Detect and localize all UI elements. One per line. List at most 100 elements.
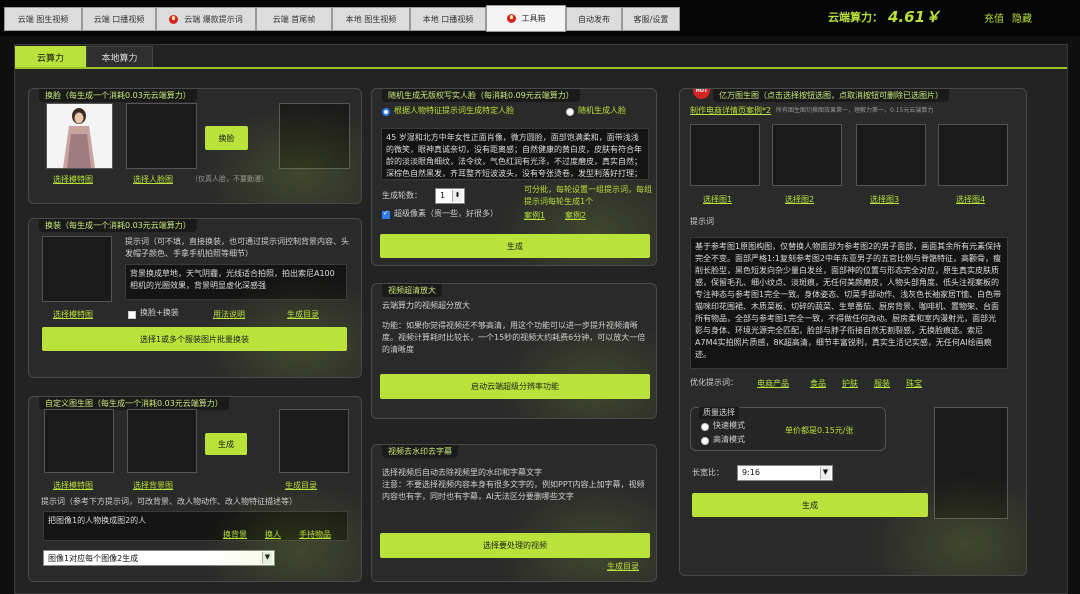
mode-select[interactable]: 图像1对应每个图像2生成 ▼	[43, 550, 275, 566]
image-slot-2[interactable]	[772, 124, 842, 186]
mode-select-value: 图像1对应每个图像2生成	[48, 554, 139, 563]
select-model-link[interactable]: 选择模特图	[53, 480, 93, 491]
pick-image-1[interactable]: 选择图1	[703, 194, 732, 205]
hot-badge: HOT	[693, 89, 710, 99]
quality-title: 质量选择	[699, 407, 739, 419]
tab-service-settings[interactable]: 客服/设置	[622, 7, 680, 31]
outfit-prompt-label: 提示词（可不填，直接换装，也可通过提示词控制背景内容、头发帽子颜色、手拿手机拍照…	[125, 237, 349, 258]
hd-checkbox[interactable]	[382, 209, 390, 219]
subtab-local-compute[interactable]: 本地算力	[86, 46, 153, 68]
tab-toolbox[interactable]: 工具箱	[486, 5, 566, 32]
quality-group: 质量选择 快速模式 高清模式 单价都是0.15元/张	[690, 407, 886, 451]
model-image-slot[interactable]	[46, 103, 113, 169]
pick-image-3[interactable]: 选择图3	[870, 194, 899, 205]
radio-random[interactable]	[566, 108, 574, 116]
batch-outfit-button[interactable]: 选择1或多个服装图片批量换装	[42, 327, 347, 351]
generate-face-button[interactable]: 生成	[380, 234, 650, 258]
tab-label: 客服/设置	[633, 14, 669, 24]
tab-local-talking-video[interactable]: 本地 口播视频	[410, 7, 486, 31]
output-dir-link[interactable]: 生成目录	[285, 480, 317, 491]
radio-random-label: 随机生成人脸	[578, 106, 626, 115]
face-description-input[interactable]: 45 岁湿和北方中年女性正面肖像，微方圆脸，面部饱满柔和，面带浅浅的微笑，眼神真…	[381, 128, 649, 180]
upscale-description: 功能：如果你觉得视频还不够高清，用这个功能可以进一步提升视频清晰度。视频计算耗时…	[382, 321, 646, 354]
radio-by-prompt-label: 根据人物特征提示词生成特定人脸	[394, 106, 514, 115]
tab-cloud-viral-prompt[interactable]: 云端 爆款提示词	[156, 7, 256, 31]
radio-hd-mode[interactable]	[701, 437, 709, 445]
panel-title: 视频超清放大	[382, 284, 442, 297]
watermark-description: 选择视频后自动去除视频里的水印和字幕文字 注意：不要选择视频内容本身有很多文字的…	[382, 468, 645, 501]
ecommerce-case-link[interactable]: 制作电商详情页案例*2	[690, 105, 771, 116]
tab-auto-publish[interactable]: 自动发布	[566, 7, 622, 31]
panel-title: 视频去水印去字幕	[382, 445, 458, 458]
outfit-prompt-input[interactable]: 背景换成草地，天气阴霾，光线适合拍照，拍出索尼A100相机的光圈效果，背景明显虚…	[125, 264, 347, 300]
hd-mode-label: 高清模式	[713, 435, 745, 444]
tag-change-person[interactable]: 换人	[265, 529, 281, 540]
tab-cloud-talking-video[interactable]: 云端 口播视频	[82, 7, 156, 31]
tag-ecommerce[interactable]: 电商产品	[757, 378, 789, 389]
radio-by-prompt[interactable]	[382, 108, 390, 116]
select-model-link[interactable]: 选择模特图	[53, 309, 93, 320]
start-upscale-button[interactable]: 启动云端超级分辨率功能	[380, 374, 650, 399]
usage-link[interactable]: 用法说明	[213, 309, 245, 320]
billion-prompt-input[interactable]: 基于参考图1原图构图，仅替换人物面部为参考图2的男子面部，画面其余所有元素保持完…	[690, 237, 1008, 369]
select-background-link[interactable]: 选择背景图	[133, 480, 173, 491]
recharge-link[interactable]: 充值	[984, 10, 1004, 25]
tab-cloud-first-last-frame[interactable]: 云端 首尾帧	[256, 7, 332, 31]
tag-change-background[interactable]: 换背景	[223, 529, 247, 540]
face-image-slot[interactable]	[126, 103, 197, 169]
faceswap-outfit-label: 换脸+换装	[140, 308, 179, 317]
rounds-label: 生成轮数：	[382, 191, 422, 200]
upscale-subtitle: 云端算力的视频超分放大	[382, 301, 470, 310]
fire-icon	[169, 14, 179, 24]
subtab-cloud-compute[interactable]: 云算力	[15, 46, 86, 68]
select-model-link[interactable]: 选择模特图	[53, 174, 93, 185]
tag-skincare[interactable]: 护肤	[842, 378, 858, 389]
rounds-spinner[interactable]: 1 ⬍	[435, 188, 465, 204]
balance-label: 云端算力：	[828, 11, 883, 24]
tab-label: 本地 口播视频	[422, 14, 474, 24]
tab-label: 云端 图生视频	[17, 14, 69, 24]
faceswap-outfit-checkbox[interactable]	[128, 311, 136, 319]
billion-img2img-panel: HOT 亿万图生图（点击选择按钮选图，点取消按钮可删除已选图片） 制作电商详情页…	[679, 88, 1027, 576]
hide-link[interactable]: 隐藏	[1012, 10, 1032, 25]
pick-image-2[interactable]: 选择图2	[785, 194, 814, 205]
generate-button[interactable]: 生成	[205, 433, 247, 455]
watermark-panel: 视频去水印去字幕 选择视频后自动去除视频里的水印和字幕文字 注意：不要选择视频内…	[371, 444, 657, 582]
subtab-label: 云算力	[36, 53, 64, 64]
panel-title: 自定义图生图（每生成一个消耗0.03元云端算力）	[39, 397, 229, 410]
case1-link[interactable]: 案例1	[524, 210, 545, 221]
optimize-label: 优化提示词：	[690, 378, 738, 387]
unit-price: 单价都是0.15元/张	[785, 426, 854, 435]
result-image-slot	[934, 407, 1008, 519]
outfit-panel: 换装（每生成一个消耗0.03元云端算力） 提示词（可不填，直接换装，也可通过提示…	[28, 218, 362, 378]
upscale-panel: 视频超清放大 云端算力的视频超分放大 功能：如果你觉得视频还不够高清，用这个功能…	[371, 283, 657, 419]
billion-generate-button[interactable]: 生成	[692, 493, 928, 517]
output-dir-link[interactable]: 生成目录	[287, 309, 319, 320]
tab-label: 本地 图生视频	[345, 14, 397, 24]
tab-local-image-video[interactable]: 本地 图生视频	[332, 7, 410, 31]
custom-img2img-panel: 自定义图生图（每生成一个消耗0.03元云端算力） 生成 选择模特图 选择背景图 …	[28, 396, 362, 582]
radio-fast-mode[interactable]	[701, 423, 709, 431]
image-slot-4[interactable]	[938, 124, 1008, 186]
image-slot-1[interactable]	[690, 124, 760, 186]
output-dir-link[interactable]: 生成目录	[607, 561, 639, 572]
pick-image-4[interactable]: 选择图4	[956, 194, 985, 205]
select-face-link[interactable]: 选择人脸图	[133, 174, 173, 185]
tag-clothing[interactable]: 服装	[874, 378, 890, 389]
tag-food[interactable]: 食品	[810, 378, 826, 389]
image-slot-3[interactable]	[856, 124, 926, 186]
ratio-select[interactable]: 9:16 ▼	[737, 465, 833, 481]
model-image-slot[interactable]	[44, 409, 114, 473]
faceswap-button[interactable]: 换脸	[205, 126, 248, 150]
tag-jewelry[interactable]: 珠宝	[906, 378, 922, 389]
fire-icon	[506, 14, 516, 23]
tab-cloud-image-video[interactable]: 云端 图生视频	[4, 7, 82, 31]
tag-hold-item[interactable]: 手持物品	[299, 529, 331, 540]
face-note: （仅真人脸，不要動漫）	[191, 175, 268, 183]
panel-title: 换脸（每生成一个消耗0.03元云端算力）	[39, 89, 197, 102]
prompt-label: 提示词	[690, 217, 714, 226]
background-image-slot[interactable]	[127, 409, 197, 473]
model-image-slot[interactable]	[42, 236, 112, 302]
select-video-button[interactable]: 选择要处理的视频	[380, 533, 650, 558]
case2-link[interactable]: 案例2	[565, 210, 586, 221]
